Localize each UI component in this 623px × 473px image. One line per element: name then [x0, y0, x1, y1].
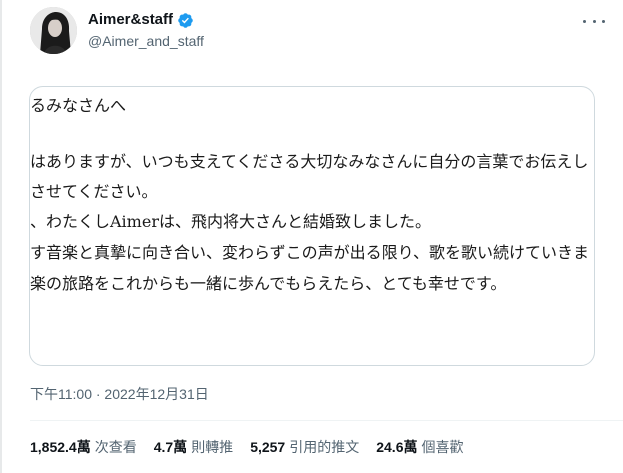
views-stat[interactable]: 1,852.4萬 次查看 — [30, 438, 137, 456]
quote-tweets-count: 5,257 — [250, 439, 286, 455]
divider — [30, 420, 623, 421]
retweets-count: 4.7萬 — [153, 439, 188, 455]
attached-image[interactable]: るみなさんへ はありますが、いつも支えてくださる大切なみなさんに自分の言葉でお伝… — [29, 86, 595, 366]
more-options-icon[interactable] — [583, 13, 605, 29]
letter-line: す音楽と真摯に向き合い、変わらずこの声が出る限り、歌を歌い続けていきま — [30, 243, 590, 262]
likes-label: 個喜歡 — [421, 439, 464, 455]
letter-text: るみなさんへ はありますが、いつも支えてくださる大切なみなさんに自分の言葉でお伝… — [30, 87, 594, 365]
more-dot — [602, 19, 605, 23]
verified-badge-icon — [177, 12, 194, 29]
likes-count: 24.6萬 — [376, 439, 418, 455]
display-name[interactable]: Aimer&staff — [88, 11, 173, 29]
avatar[interactable] — [30, 7, 77, 54]
views-label: 次查看 — [94, 439, 137, 455]
avatar-image — [30, 7, 77, 54]
name-row: Aimer&staff — [88, 11, 194, 29]
more-dot — [592, 19, 596, 23]
letter-line: 楽の旅路をこれからも一緒に歩んでもらえたら、とても幸せです。 — [30, 274, 507, 293]
tweet-header: Aimer&staff @Aimer_and_staff — [30, 7, 615, 57]
user-handle[interactable]: @Aimer_and_staff — [88, 33, 204, 50]
views-count: 1,852.4萬 — [30, 439, 91, 455]
quote-tweets-stat[interactable]: 5,257 引用的推文 — [250, 438, 359, 456]
more-dot — [583, 19, 586, 23]
letter-line: 、わたくしAimerは、飛内将大さんと結婚致しました。 — [30, 212, 431, 231]
timeline-border — [0, 0, 2, 473]
tweet-timestamp[interactable]: 下午11:00 · 2022年12月31日 — [30, 385, 209, 403]
engagement-stats: 1,852.4萬 次查看 4.7萬 則轉推 5,257 引用的推文 24.6萬 … — [30, 438, 480, 456]
likes-stat[interactable]: 24.6萬 個喜歡 — [376, 438, 463, 456]
letter-line: るみなさんへ — [30, 96, 127, 115]
letter-line: はありますが、いつも支えてくださる大切なみなさんに自分の言葉でお伝えし — [30, 152, 589, 171]
quote-tweets-label: 引用的推文 — [289, 439, 360, 455]
retweets-label: 則轉推 — [191, 439, 234, 455]
letter-line: させてください。 — [30, 182, 158, 201]
retweets-stat[interactable]: 4.7萬 則轉推 — [154, 438, 233, 456]
